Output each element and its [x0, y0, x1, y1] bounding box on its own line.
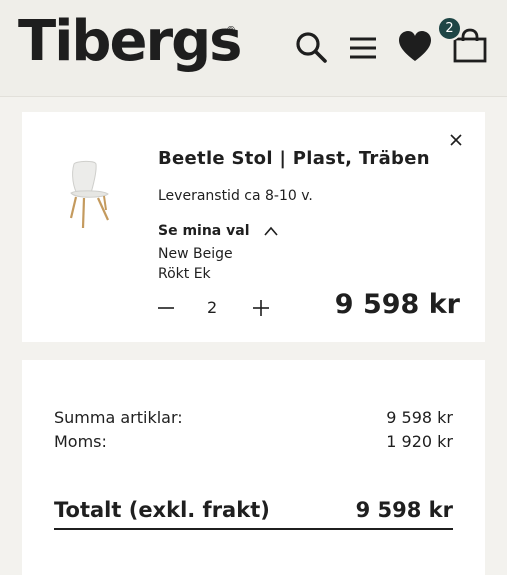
cart-count-badge[interactable]: 2: [437, 16, 462, 41]
total-label: Totalt (exkl. frakt): [54, 498, 270, 522]
chevron-up-icon: [263, 226, 278, 236]
remove-item-icon[interactable]: [448, 132, 464, 148]
site-logo[interactable]: Tibergs: [18, 14, 242, 70]
heart-icon[interactable]: [397, 29, 433, 65]
search-icon[interactable]: [293, 29, 329, 65]
option-value: Rökt Ek: [158, 266, 211, 282]
product-thumbnail[interactable]: [62, 160, 117, 230]
option-value: New Beige: [158, 246, 233, 262]
options-toggle[interactable]: Se mina val: [158, 223, 278, 239]
item-price: 9 598 kr: [334, 289, 460, 320]
summary-value: 9 598 kr: [386, 408, 453, 427]
summary-row: Summa artiklar: 9 598 kr: [54, 408, 453, 427]
registered-mark: ®: [226, 25, 236, 36]
total-row: Totalt (exkl. frakt) 9 598 kr: [54, 498, 453, 530]
menu-icon[interactable]: [345, 29, 381, 65]
cart-item-card: Beetle Stol | Plast, Träben Leveranstid …: [22, 112, 485, 342]
quantity-increase-button[interactable]: [251, 298, 271, 318]
summary-value: 1 920 kr: [386, 432, 453, 451]
summary-label: Moms:: [54, 432, 107, 451]
options-toggle-label: Se mina val: [158, 223, 250, 239]
summary-label: Summa artiklar:: [54, 408, 183, 427]
total-value: 9 598 kr: [355, 498, 453, 522]
order-summary: Summa artiklar: 9 598 kr Moms: 1 920 kr …: [22, 360, 485, 575]
product-title[interactable]: Beetle Stol | Plast, Träben: [158, 148, 430, 169]
quantity-decrease-button[interactable]: [156, 298, 176, 318]
quantity-value: 2: [207, 298, 218, 317]
site-header: Tibergs ® 2: [0, 0, 507, 97]
lead-time: Leveranstid ca 8-10 v.: [158, 188, 313, 204]
summary-row: Moms: 1 920 kr: [54, 432, 453, 451]
